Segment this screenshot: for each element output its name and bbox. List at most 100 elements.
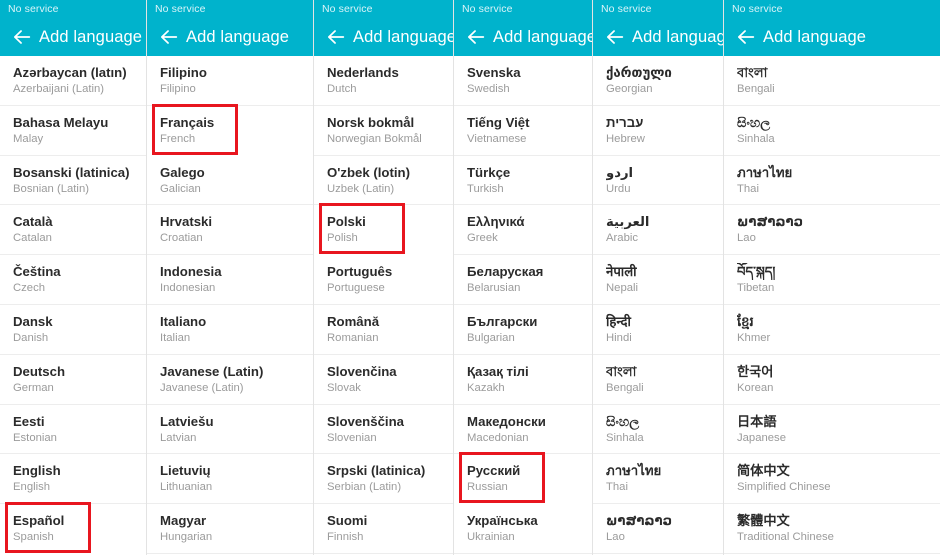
language-list-item[interactable]: Українська Ukrainian <box>454 504 592 554</box>
language-list-item[interactable]: Javanese (Latin) Javanese (Latin) <box>147 355 313 405</box>
status-bar: No service <box>147 0 313 18</box>
language-list-item[interactable]: 繁體中文 Traditional Chinese <box>724 504 940 554</box>
language-native-name: Български <box>467 313 538 329</box>
back-arrow-icon[interactable] <box>733 24 759 50</box>
language-list-item[interactable]: Tiếng Việt Vietnamese <box>454 106 592 156</box>
language-list-item[interactable]: ພາສາລາວ Lao <box>593 504 723 554</box>
language-list-item[interactable]: Galego Galician <box>147 156 313 206</box>
language-native-name: Français <box>160 114 215 130</box>
language-list-item[interactable]: 简体中文 Simplified Chinese <box>724 454 940 505</box>
language-list-item[interactable]: Ελληνικά Greek <box>454 205 592 256</box>
back-arrow-icon[interactable] <box>156 24 182 50</box>
language-list-item[interactable]: Italiano Italian <box>147 305 313 355</box>
language-list-item[interactable]: Nederlands Dutch <box>314 56 453 106</box>
back-arrow-icon[interactable] <box>463 24 489 50</box>
language-native-name: ภาษาไทย <box>737 164 793 180</box>
language-list-item[interactable]: Indonesia Indonesian <box>147 255 313 305</box>
status-bar: No service <box>454 0 592 18</box>
language-list-item[interactable]: Slovenčina Slovak <box>314 355 453 405</box>
language-list-item[interactable]: Bosanski (latinica) Bosnian (Latin) <box>0 156 146 206</box>
language-list-item[interactable]: Eesti Estonian <box>0 405 146 455</box>
language-list-item[interactable]: Dansk Danish <box>0 305 146 355</box>
back-arrow-icon[interactable] <box>323 24 349 50</box>
language-english-name: Hindi <box>606 331 632 344</box>
language-list-item[interactable]: ខ្មែរ Khmer <box>724 305 940 355</box>
language-list-item[interactable]: Български Bulgarian <box>454 305 592 355</box>
language-list-item[interactable]: Lietuvių Lithuanian <box>147 454 313 505</box>
back-arrow-icon[interactable] <box>602 24 628 50</box>
language-list-item[interactable]: Français French <box>147 106 313 156</box>
language-list-item[interactable]: اردو Urdu <box>593 156 723 206</box>
language-english-name: Thai <box>606 481 628 494</box>
language-list-item[interactable]: עברית Hebrew <box>593 106 723 156</box>
language-list-item[interactable]: العربية Arabic <box>593 205 723 256</box>
language-panel: No service Add language Nederlands Dutch Nor… <box>313 0 453 555</box>
language-list-item[interactable]: বাংলা Bengali <box>593 355 723 405</box>
language-list-item[interactable]: ქართული Georgian <box>593 56 723 106</box>
language-list-item[interactable]: नेपाली Nepali <box>593 255 723 305</box>
language-native-name: Suomi <box>327 513 368 529</box>
language-list-item[interactable]: O'zbek (lotin) Uzbek (Latin) <box>314 156 453 206</box>
language-english-name: Polish <box>327 232 358 245</box>
language-list-item[interactable]: Čeština Czech <box>0 255 146 305</box>
language-english-name: Bosnian (Latin) <box>13 182 89 195</box>
page-title: Add language <box>353 27 453 46</box>
language-english-name: Sinhala <box>606 431 644 444</box>
language-list-item[interactable]: Español Spanish <box>0 504 146 554</box>
language-list-item[interactable]: Беларуская Belarusian <box>454 255 592 305</box>
language-list-item[interactable]: Deutsch German <box>0 355 146 405</box>
language-list-item[interactable]: සිංහල Sinhala <box>724 106 940 156</box>
language-list-item[interactable]: English English <box>0 454 146 505</box>
language-list-item[interactable]: Hrvatski Croatian <box>147 205 313 256</box>
language-list-item[interactable]: Türkçe Turkish <box>454 156 592 206</box>
language-list-item[interactable]: Română Romanian <box>314 305 453 355</box>
language-list-item[interactable]: 日本語 Japanese <box>724 405 940 455</box>
language-list-item[interactable]: සිංහල Sinhala <box>593 405 723 455</box>
language-english-name: French <box>160 132 196 145</box>
language-list-item[interactable]: Македонски Macedonian <box>454 405 592 455</box>
language-native-name: Dansk <box>13 313 53 329</box>
language-english-name: Hebrew <box>606 132 645 145</box>
language-english-name: German <box>13 381 54 394</box>
language-list-item[interactable]: Català Catalan <box>0 205 146 256</box>
language-english-name: Swedish <box>467 83 510 95</box>
app-bar: Add language <box>0 18 146 56</box>
language-list-item[interactable]: हिन्दी Hindi <box>593 305 723 355</box>
language-native-name: English <box>13 463 61 479</box>
language-list: Nederlands Dutch Norsk bokmål Norwegian Bok… <box>314 56 453 554</box>
language-native-name: Srpski (latinica) <box>327 463 426 479</box>
language-list-item[interactable]: Azərbaycan (latın) Azerbaijani (Latin) <box>0 56 146 106</box>
language-list-item[interactable]: བོད་སྐད། Tibetan <box>724 255 940 305</box>
language-list-item[interactable]: Русский Russian <box>454 454 592 504</box>
language-list-item[interactable]: Português Portuguese <box>314 255 453 305</box>
language-native-name: Svenska <box>467 65 521 80</box>
language-list-item[interactable]: Filipino Filipino <box>147 56 313 106</box>
language-list-item[interactable]: Bahasa Melayu Malay <box>0 106 146 156</box>
language-list-item[interactable]: Svenska Swedish <box>454 56 592 106</box>
language-native-name: Bosanski (latinica) <box>13 164 130 180</box>
language-list-item[interactable]: Magyar Hungarian <box>147 504 313 554</box>
language-list-item[interactable]: Norsk bokmål Norwegian Bokmål <box>314 106 453 156</box>
language-list-item[interactable]: Suomi Finnish <box>314 504 453 554</box>
language-list-item[interactable]: Қазақ тілі Kazakh <box>454 355 592 405</box>
language-list-item[interactable]: বাংলা Bengali <box>724 56 940 106</box>
status-bar-service-text: No service <box>155 3 206 15</box>
language-list-item[interactable]: ພາສາລາວ Lao <box>724 205 940 256</box>
language-english-name: Catalan <box>13 232 52 245</box>
language-list-item[interactable]: 한국어 Korean <box>724 355 940 405</box>
language-list-item[interactable]: Slovenščina Slovenian <box>314 405 453 455</box>
language-list: Svenska Swedish Tiếng Việt Vietnamese Türkçe… <box>454 56 592 554</box>
back-arrow-icon[interactable] <box>9 24 35 50</box>
language-native-name: বাংলা <box>606 363 637 379</box>
language-native-name: සිංහල <box>737 114 771 130</box>
language-native-name: ქართული <box>606 65 672 80</box>
language-list-item[interactable]: ภาษาไทย Thai <box>724 156 940 206</box>
language-english-name: Malay <box>13 132 44 145</box>
language-list-item[interactable]: Latviešu Latvian <box>147 405 313 455</box>
language-english-name: Japanese <box>737 431 786 444</box>
language-native-name: Slovenščina <box>327 413 404 429</box>
language-list-item[interactable]: Polski Polish <box>314 205 453 255</box>
language-list-item[interactable]: ภาษาไทย Thai <box>593 454 723 505</box>
page-title: Add language <box>39 27 143 46</box>
language-list-item[interactable]: Srpski (latinica) Serbian (Latin) <box>314 454 453 505</box>
